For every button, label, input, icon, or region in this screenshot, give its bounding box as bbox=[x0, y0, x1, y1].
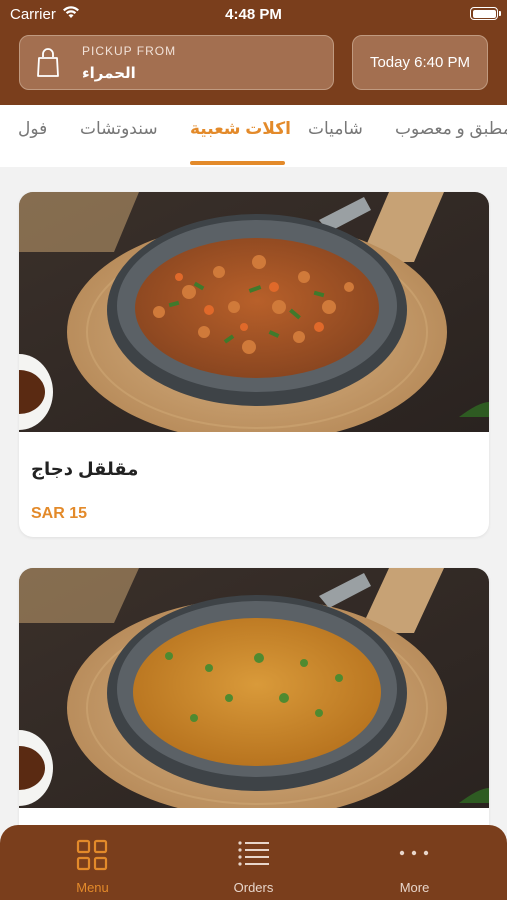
ellipsis-icon bbox=[398, 839, 430, 872]
category-tabs: فول سندوتشات اكلات شعبية شاميات مطبق و م… bbox=[0, 105, 507, 167]
tab-ful[interactable]: فول bbox=[18, 119, 47, 139]
nav-more-label: More bbox=[399, 880, 430, 895]
app-header: Carrier 4:48 PM PICKUP FROM الحمراء Toda… bbox=[0, 0, 507, 105]
nav-orders[interactable]: Orders bbox=[169, 825, 338, 900]
list-icon bbox=[237, 839, 269, 872]
pickup-location: الحمراء bbox=[82, 65, 136, 82]
item-photo-stew bbox=[19, 568, 489, 808]
pickup-time-label: Today 6:40 PM bbox=[369, 54, 471, 71]
tab-popular-dishes[interactable]: اكلات شعبية bbox=[190, 119, 291, 139]
bottom-navigation: Menu Orders More bbox=[0, 825, 507, 900]
item-photo-chicken bbox=[19, 192, 489, 432]
battery-icon bbox=[470, 7, 501, 20]
item-price: SAR 15 bbox=[31, 505, 88, 522]
pickup-location-selector[interactable]: PICKUP FROM الحمراء bbox=[19, 35, 334, 90]
tab-shamiyat[interactable]: شاميات bbox=[308, 119, 363, 139]
menu-item-card[interactable]: مقلقل دجاج SAR 15 bbox=[19, 192, 489, 537]
pickup-label: PICKUP FROM bbox=[82, 44, 177, 58]
nav-menu[interactable]: Menu bbox=[8, 825, 177, 900]
status-time: 4:48 PM bbox=[225, 6, 282, 23]
pickup-time-selector[interactable]: Today 6:40 PM bbox=[352, 35, 488, 90]
shopping-bag-icon bbox=[36, 48, 60, 83]
nav-more[interactable]: More bbox=[330, 825, 499, 900]
status-bar: Carrier 4:48 PM bbox=[0, 0, 507, 28]
active-tab-indicator bbox=[190, 161, 285, 165]
grid-icon bbox=[76, 839, 108, 876]
item-name: مقلقل دجاج bbox=[31, 459, 139, 479]
nav-orders-label: Orders bbox=[233, 880, 274, 895]
menu-item-card[interactable] bbox=[19, 568, 489, 848]
nav-menu-label: Menu bbox=[76, 880, 109, 895]
tab-mutabbaq-masoub[interactable]: مطبق و معصوب bbox=[395, 119, 507, 139]
tab-sandwiches[interactable]: سندوتشات bbox=[80, 119, 158, 139]
